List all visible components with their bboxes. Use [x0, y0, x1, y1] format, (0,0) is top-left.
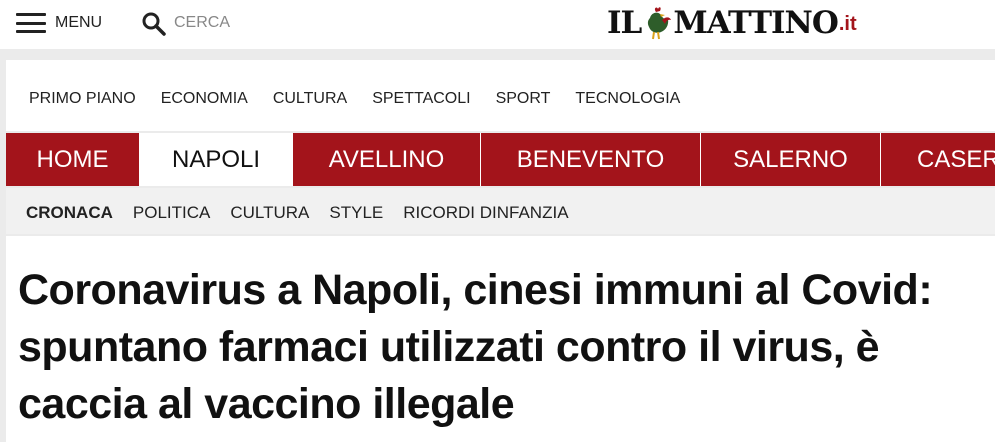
tab-caserta[interactable]: CASERT — [881, 133, 995, 186]
logo-text-mattino: MATTINO — [673, 5, 839, 41]
subnav-item-style[interactable]: STYLE — [329, 203, 383, 223]
subnav-item-ricordi-dinfanzia[interactable]: RICORDI DINFANZIA — [403, 203, 568, 223]
primary-nav: PRIMO PIANO ECONOMIA CULTURA SPETTACOLI … — [6, 60, 995, 131]
top-bar: MENU IL MATTINO .it — [0, 0, 995, 49]
menu-button[interactable]: MENU — [16, 10, 102, 36]
tab-home[interactable]: HOME — [6, 133, 140, 186]
nav-item-cultura[interactable]: CULTURA — [273, 90, 347, 108]
tab-napoli[interactable]: NAPOLI — [140, 133, 293, 186]
hamburger-icon — [16, 13, 46, 33]
nav-item-primo-piano[interactable]: PRIMO PIANO — [29, 90, 136, 108]
nav-item-economia[interactable]: ECONOMIA — [161, 90, 248, 108]
article-headline: Coronavirus a Napoli, cinesi immuni al C… — [18, 266, 933, 428]
menu-label: MENU — [55, 14, 103, 31]
subnav-item-cronaca[interactable]: CRONACA — [26, 203, 113, 223]
logo-text-il: IL — [607, 5, 642, 41]
nav-item-tecnologia[interactable]: TECNOLOGIA — [575, 90, 680, 108]
logo-tld: .it — [838, 13, 857, 35]
site-logo[interactable]: IL MATTINO .it — [607, 3, 857, 43]
search-input[interactable] — [174, 14, 294, 32]
tab-salerno[interactable]: SALERNO — [701, 133, 881, 186]
tab-benevento[interactable]: BENEVENTO — [481, 133, 701, 186]
subnav-item-politica[interactable]: POLITICA — [133, 203, 210, 223]
search-icon[interactable] — [141, 11, 166, 36]
section-subnav: CRONACA POLITICA CULTURA STYLE RICORDI D… — [6, 188, 995, 234]
rooster-icon — [648, 7, 672, 40]
city-tabs: HOME NAPOLI AVELLINO BENEVENTO SALERNO C… — [6, 133, 995, 186]
nav-item-sport[interactable]: SPORT — [496, 90, 551, 108]
tab-avellino[interactable]: AVELLINO — [293, 133, 481, 186]
nav-item-spettacoli[interactable]: SPETTACOLI — [372, 90, 470, 108]
article-container: Coronavirus a Napoli, cinesi immuni al C… — [6, 236, 995, 442]
search-box[interactable] — [141, 9, 294, 37]
subnav-item-cultura[interactable]: CULTURA — [230, 203, 309, 223]
